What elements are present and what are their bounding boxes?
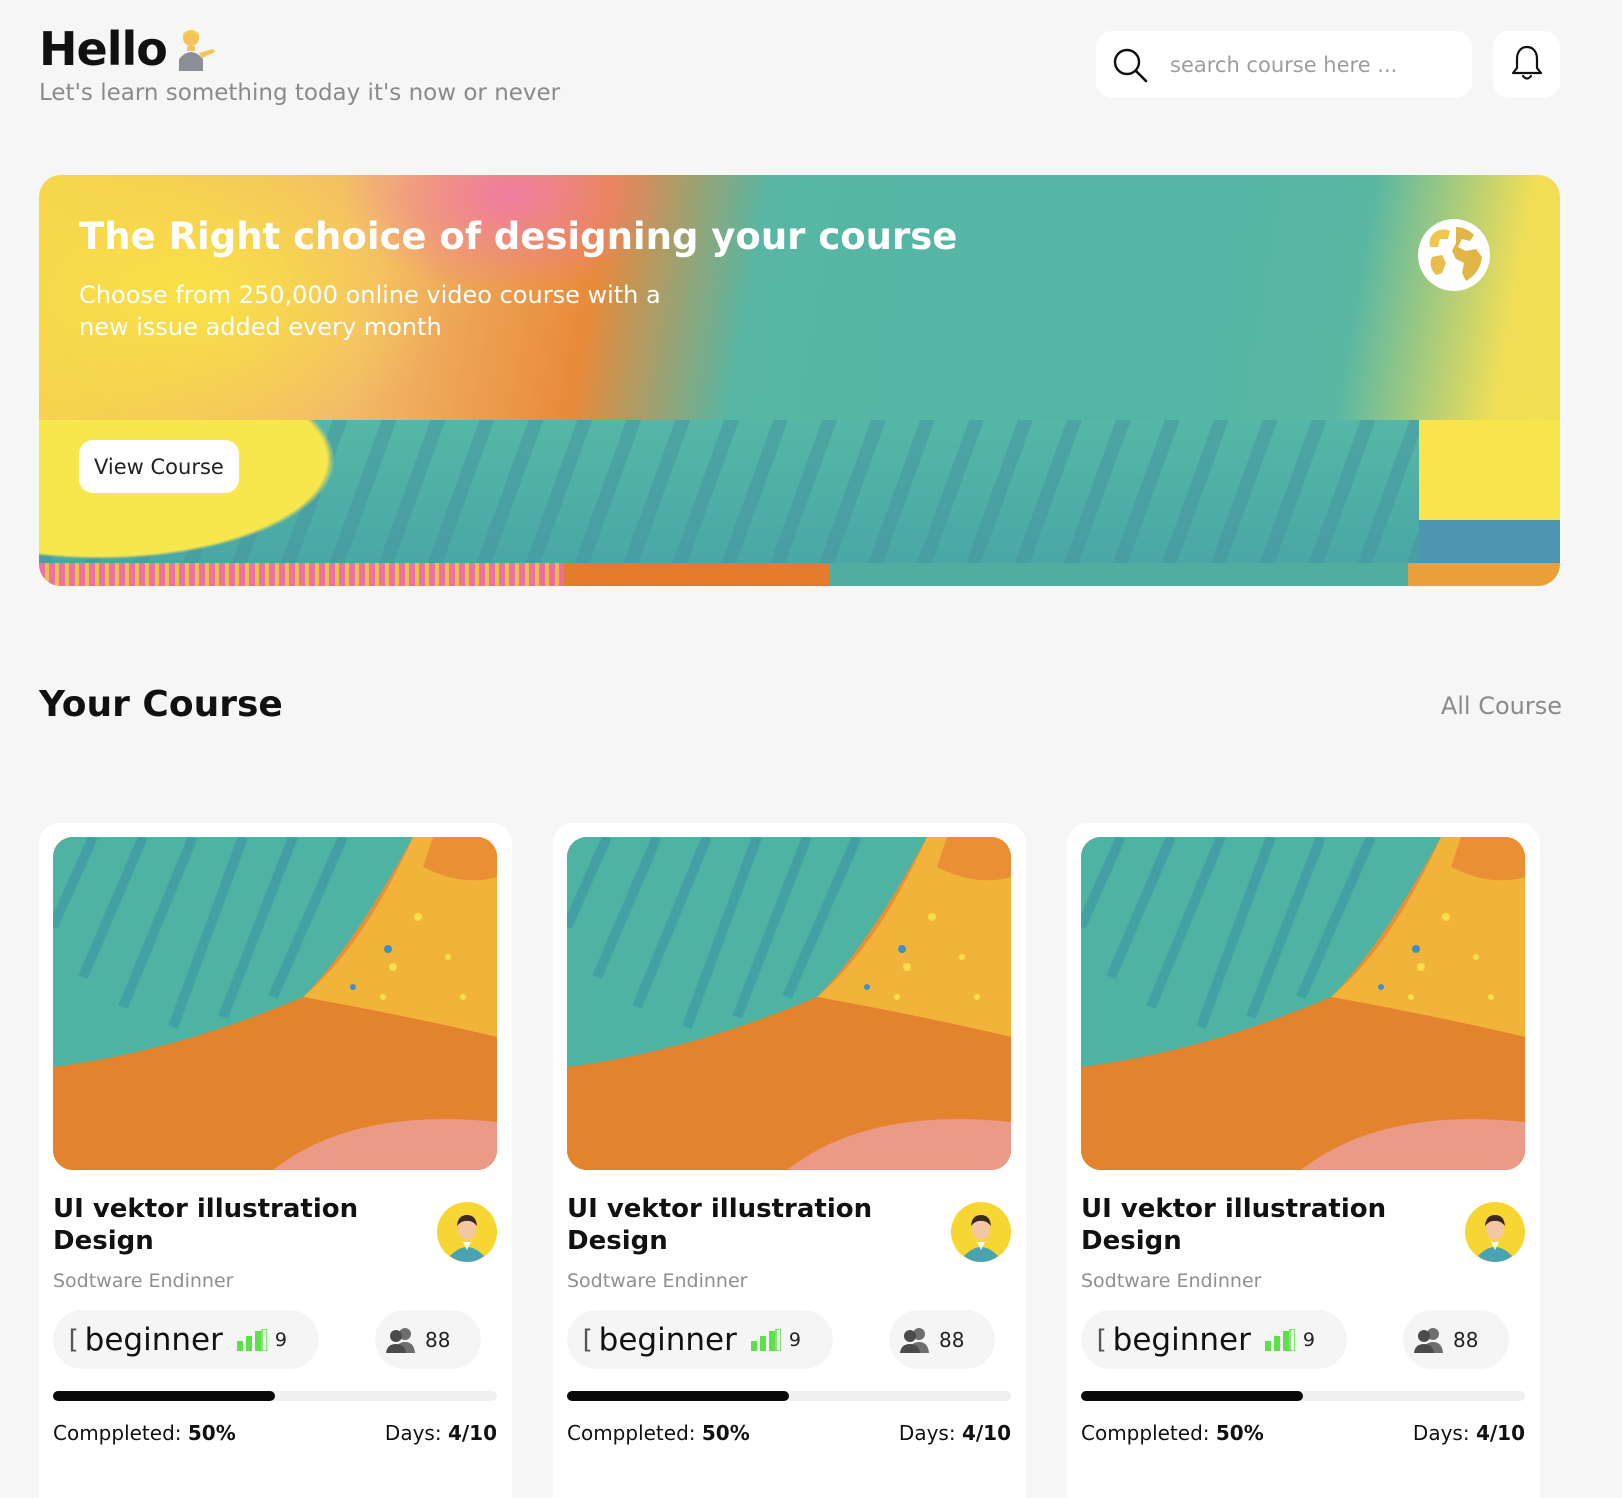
progress-bar: [1081, 1391, 1525, 1401]
course-title: UI vektor illustration Design: [53, 1194, 359, 1256]
level-pill: [ beginner 9: [53, 1310, 319, 1369]
page-header: Hello Let's learn something today it's n…: [39, 22, 560, 106]
greeting-text: Hello: [39, 22, 168, 76]
students-pill: 88: [889, 1310, 995, 1369]
level-label: beginner: [1112, 1321, 1251, 1358]
days-label: Days:: [898, 1421, 956, 1445]
level-label: beginner: [598, 1321, 737, 1358]
students-pill: 88: [1403, 1310, 1509, 1369]
course-author: Sodtware Endinner: [567, 1270, 748, 1292]
greeting: Hello: [39, 22, 560, 76]
search-input[interactable]: [1170, 45, 1460, 85]
lesson-count: 9: [1302, 1328, 1315, 1351]
all-course-link[interactable]: All Course: [1441, 692, 1562, 720]
days-stat: Days: 4/10: [385, 1421, 497, 1445]
days-value: 4/10: [1475, 1421, 1525, 1445]
course-thumbnail: [567, 837, 1011, 1170]
lesson-count: 9: [788, 1328, 801, 1351]
course-card[interactable]: UI vektor illustration Design Sodtware E…: [553, 823, 1026, 1498]
completed-stat: Comppleted: 50%: [53, 1421, 236, 1445]
student-count: 88: [425, 1327, 451, 1352]
hero-art-strip: [39, 563, 1560, 586]
search-box[interactable]: [1096, 31, 1472, 98]
hero-art-right: [1419, 420, 1560, 563]
course-author: Sodtware Endinner: [53, 1270, 234, 1292]
signal-bars-icon: [236, 1327, 268, 1352]
avatar: [951, 1202, 1011, 1262]
lesson-count: 9: [274, 1328, 287, 1351]
level-bracket: [: [1093, 1324, 1109, 1355]
completed-label: Comppleted:: [1081, 1421, 1210, 1445]
course-author: Sodtware Endinner: [1081, 1270, 1262, 1292]
person-tipping-hand-icon: [169, 25, 223, 73]
hero-banner: The Right choice of designing your cours…: [39, 175, 1560, 586]
completed-label: Comppleted:: [53, 1421, 182, 1445]
page-subtitle: Let's learn something today it's now or …: [39, 80, 561, 106]
progress-bar: [567, 1391, 1011, 1401]
days-label: Days:: [1412, 1421, 1470, 1445]
hero-description: Choose from 250,000 online video course …: [79, 281, 661, 341]
bell-icon[interactable]: [1509, 43, 1545, 87]
days-value: 4/10: [447, 1421, 497, 1445]
level-pill: [ beginner 9: [567, 1310, 833, 1369]
course-card[interactable]: UI vektor illustration Design Sodtware E…: [39, 823, 512, 1498]
progress-fill: [1081, 1391, 1303, 1401]
level-label: beginner: [84, 1321, 223, 1358]
signal-bars-icon: [1264, 1327, 1296, 1352]
student-count: 88: [1453, 1327, 1479, 1352]
course-card[interactable]: UI vektor illustration Design Sodtware E…: [1067, 823, 1540, 1498]
progress-fill: [53, 1391, 275, 1401]
people-icon: [385, 1326, 417, 1354]
days-label: Days:: [384, 1421, 442, 1445]
course-title: UI vektor illustration Design: [567, 1194, 873, 1256]
hero-title: The Right choice of designing your cours…: [79, 215, 958, 258]
level-pill: [ beginner 9: [1081, 1310, 1347, 1369]
progress-bar: [53, 1391, 497, 1401]
days-value: 4/10: [961, 1421, 1011, 1445]
course-title: UI vektor illustration Design: [1081, 1194, 1387, 1256]
level-bracket: [: [65, 1324, 81, 1355]
avatar: [437, 1202, 497, 1262]
days-stat: Days: 4/10: [899, 1421, 1011, 1445]
view-course-button[interactable]: View Course: [79, 440, 239, 493]
globe-icon: [1416, 217, 1492, 293]
search-icon[interactable]: [1110, 45, 1150, 85]
course-thumbnail: [1081, 837, 1525, 1170]
avatar: [1465, 1202, 1525, 1262]
level-bracket: [: [579, 1324, 595, 1355]
completed-stat: Comppleted: 50%: [1081, 1421, 1264, 1445]
notification-button[interactable]: [1493, 31, 1560, 98]
section-title: Your Course: [39, 684, 283, 725]
people-icon: [1413, 1326, 1445, 1354]
people-icon: [899, 1326, 931, 1354]
completed-value: 50%: [1215, 1421, 1264, 1445]
students-pill: 88: [375, 1310, 481, 1369]
completed-value: 50%: [701, 1421, 750, 1445]
completed-label: Comppleted:: [567, 1421, 696, 1445]
completed-stat: Comppleted: 50%: [567, 1421, 750, 1445]
completed-value: 50%: [187, 1421, 236, 1445]
days-stat: Days: 4/10: [1413, 1421, 1525, 1445]
student-count: 88: [939, 1327, 965, 1352]
progress-fill: [567, 1391, 789, 1401]
signal-bars-icon: [750, 1327, 782, 1352]
course-thumbnail: [53, 837, 497, 1170]
